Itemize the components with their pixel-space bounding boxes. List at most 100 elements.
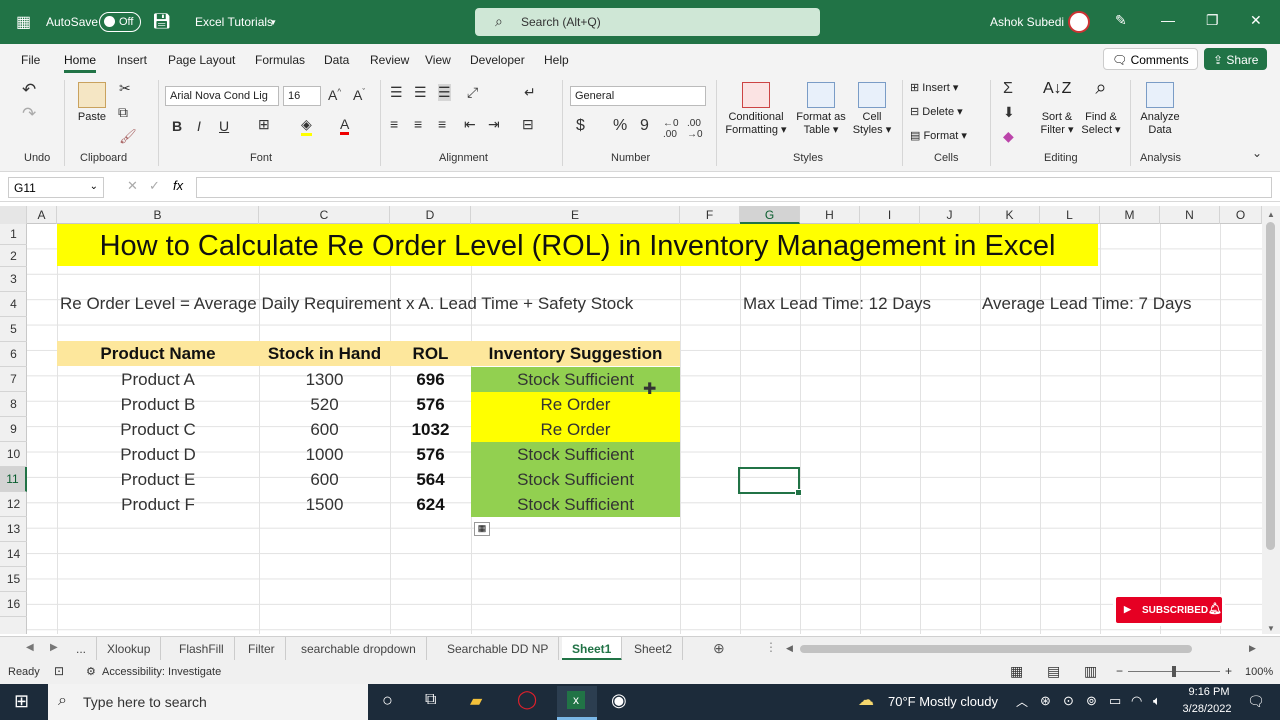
obs-icon[interactable]: ◉ bbox=[611, 690, 627, 711]
column-header[interactable]: J bbox=[920, 206, 980, 224]
product-cell[interactable]: Product F bbox=[57, 492, 259, 517]
scroll-thumb[interactable] bbox=[1266, 222, 1275, 550]
redo-icon[interactable]: ↷ bbox=[22, 104, 36, 124]
rol-cell[interactable]: 564 bbox=[390, 467, 471, 492]
tab-xlookup[interactable]: Xlookup bbox=[97, 637, 162, 661]
product-cell[interactable]: Product D bbox=[57, 442, 259, 467]
max-lead-time[interactable]: Max Lead Time: 12 Days bbox=[743, 294, 931, 314]
row-header[interactable]: 10 bbox=[0, 442, 27, 467]
column-header[interactable]: A bbox=[27, 206, 57, 224]
stock-cell[interactable]: 600 bbox=[259, 417, 390, 442]
tab-formulas[interactable]: Formulas bbox=[255, 53, 305, 67]
header-inventory-suggestion[interactable]: Inventory Suggestion bbox=[471, 341, 680, 366]
stock-cell[interactable]: 1300 bbox=[259, 367, 390, 392]
taskbar-search[interactable]: ⌕ Type here to search bbox=[48, 684, 368, 720]
row-header[interactable]: 7 bbox=[0, 367, 27, 392]
format-painter-icon[interactable]: 🖌︎ bbox=[119, 128, 137, 145]
column-header[interactable]: L bbox=[1040, 206, 1100, 224]
scroll-down-icon[interactable]: ▼ bbox=[1267, 624, 1275, 633]
chevron-up-icon[interactable]: ︿ bbox=[1016, 693, 1028, 710]
decrease-font-icon[interactable]: Aˇ bbox=[353, 87, 365, 103]
scroll-left-icon[interactable]: ◀ bbox=[786, 643, 793, 654]
cut-icon[interactable]: ✂ bbox=[119, 80, 131, 97]
prev-sheet-icon[interactable]: ◀ bbox=[26, 642, 34, 653]
scroll-right-icon[interactable]: ▶ bbox=[1249, 643, 1256, 654]
tab-sheet1[interactable]: Sheet1 bbox=[562, 637, 623, 661]
tab-file[interactable]: File bbox=[21, 53, 40, 67]
search-box[interactable]: ⌕ Search (Alt+Q) bbox=[475, 8, 820, 36]
save-icon[interactable]: 💾︎ bbox=[152, 12, 171, 30]
user-name[interactable]: Ashok Subedi bbox=[990, 15, 1064, 29]
next-sheet-icon[interactable]: ▶ bbox=[50, 642, 58, 653]
header-rol[interactable]: ROL bbox=[390, 341, 471, 366]
align-middle-icon[interactable]: ☰ bbox=[414, 84, 427, 101]
bold-icon[interactable]: B bbox=[172, 118, 182, 134]
sort-filter-button[interactable]: A↓Z Sort & Filter ▾ bbox=[1036, 81, 1078, 137]
file-explorer-icon[interactable]: ▰ bbox=[470, 691, 482, 711]
comments-button[interactable]: 🗨︎ Comments bbox=[1103, 48, 1198, 70]
add-sheet-icon[interactable]: ⊕ bbox=[713, 640, 725, 657]
stock-cell[interactable]: 600 bbox=[259, 467, 390, 492]
name-box[interactable]: G11 ⌄ bbox=[8, 177, 104, 198]
clear-icon[interactable]: ◆ bbox=[1003, 128, 1014, 145]
collapse-ribbon-icon[interactable]: ⌄ bbox=[1252, 146, 1262, 160]
suggestion-cell[interactable]: Stock Sufficient bbox=[471, 467, 680, 492]
accessibility-status[interactable]: Accessibility: Investigate bbox=[102, 666, 221, 678]
align-left-icon[interactable]: ≡ bbox=[390, 116, 398, 132]
notifications-icon[interactable]: 🗨︎ bbox=[1247, 693, 1265, 710]
insert-function-icon[interactable]: fx bbox=[173, 178, 183, 193]
column-header[interactable]: I bbox=[860, 206, 920, 224]
accessibility-icon[interactable]: ⚙ bbox=[86, 665, 96, 678]
undo-icon[interactable]: ↶ bbox=[22, 80, 36, 100]
tab-more-sheets[interactable]: ... bbox=[66, 637, 98, 661]
column-header[interactable]: M bbox=[1100, 206, 1160, 224]
enter-icon[interactable]: ✓ bbox=[149, 178, 160, 194]
suggestion-cell[interactable]: Stock Sufficient bbox=[471, 492, 680, 517]
product-cell[interactable]: Product A bbox=[57, 367, 259, 392]
product-cell[interactable]: Product E bbox=[57, 467, 259, 492]
macro-icon[interactable]: ⊡ bbox=[54, 664, 64, 678]
avatar[interactable] bbox=[1068, 11, 1090, 33]
minimize-icon[interactable]: — bbox=[1161, 12, 1175, 28]
page-break-view-icon[interactable]: ▥ bbox=[1084, 663, 1097, 680]
share-button[interactable]: ⇪ Share bbox=[1204, 48, 1268, 70]
network-monitor-icon[interactable]: ▭ bbox=[1109, 693, 1121, 709]
cortana-icon[interactable]: ○ bbox=[382, 690, 393, 711]
font-color-icon[interactable]: A bbox=[340, 116, 350, 135]
header-stock-in-hand[interactable]: Stock in Hand bbox=[259, 341, 390, 366]
excel-taskbar-icon[interactable]: x bbox=[557, 686, 597, 720]
rol-cell[interactable]: 576 bbox=[390, 442, 471, 467]
product-cell[interactable]: Product C bbox=[57, 417, 259, 442]
row-header[interactable]: 5 bbox=[0, 317, 27, 342]
close-icon[interactable]: ✕ bbox=[1250, 12, 1262, 29]
row-header[interactable]: 11 bbox=[0, 467, 27, 492]
row-header[interactable]: 12 bbox=[0, 492, 27, 517]
align-top-icon[interactable]: ☰ bbox=[390, 84, 403, 101]
clock-date[interactable]: 3/28/2022 bbox=[1174, 703, 1240, 715]
tab-help[interactable]: Help bbox=[544, 53, 569, 67]
conditional-formatting-button[interactable]: Conditional Formatting ▾ bbox=[722, 82, 790, 137]
autosave-toggle[interactable]: Off bbox=[99, 12, 141, 32]
tab-developer[interactable]: Developer bbox=[470, 53, 525, 67]
autosum-icon[interactable]: Σ bbox=[1003, 80, 1013, 98]
tray-camera-icon[interactable]: ⊙ bbox=[1063, 693, 1074, 709]
tab-searchable-dropdown[interactable]: searchable dropdown bbox=[291, 637, 427, 661]
underline-icon[interactable]: U bbox=[219, 118, 229, 134]
copy-icon[interactable]: ⧉ bbox=[118, 104, 128, 121]
tab-flashfill[interactable]: FlashFill bbox=[169, 637, 235, 661]
align-right-icon[interactable]: ≡ bbox=[438, 116, 446, 132]
merge-center-icon[interactable]: ⊟ bbox=[522, 116, 534, 133]
tab-view[interactable]: View bbox=[425, 53, 451, 67]
column-header[interactable]: O bbox=[1220, 206, 1262, 224]
align-center-icon[interactable]: ≡ bbox=[414, 116, 422, 132]
vertical-scrollbar[interactable]: ▲ ▼ bbox=[1262, 206, 1280, 634]
row-header[interactable]: 15 bbox=[0, 567, 27, 592]
column-header[interactable]: G bbox=[740, 206, 800, 224]
normal-view-icon[interactable]: ▦ bbox=[1010, 663, 1023, 680]
formula-input[interactable] bbox=[196, 177, 1272, 198]
wrap-text-icon[interactable]: ↵ bbox=[524, 84, 536, 101]
sheet-title[interactable]: How to Calculate Re Order Level (ROL) in… bbox=[57, 224, 1098, 266]
find-select-button[interactable]: ⌕ Find & Select ▾ bbox=[1080, 78, 1122, 137]
average-lead-time[interactable]: Average Lead Time: 7 Days bbox=[982, 294, 1191, 314]
select-all-button[interactable] bbox=[0, 206, 27, 224]
